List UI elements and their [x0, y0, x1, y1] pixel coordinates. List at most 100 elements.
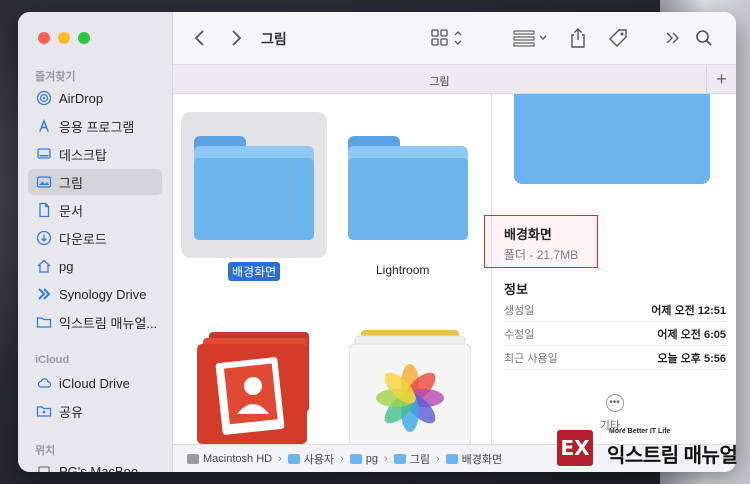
- group-button[interactable]: [513, 26, 549, 50]
- sidebar-section-locations: 위치: [35, 445, 56, 457]
- share-button[interactable]: [569, 26, 587, 50]
- chevron-left-icon: [194, 30, 204, 46]
- sidebar-item-label: 응용 프로그램: [59, 119, 135, 135]
- watermark-brand: 익스트림 매뉴얼: [607, 445, 738, 467]
- grid-item-wallpaper[interactable]: 배경화면: [173, 94, 327, 281]
- preview-row-last-opened: 최근 사용일 오늘 오후 5:56: [504, 346, 726, 370]
- more-toolbar-button[interactable]: [665, 26, 681, 50]
- sidebar-item-extreme-manual[interactable]: 익스트림 매뉴얼...: [28, 309, 162, 335]
- sidebar-item-label: 익스트림 매뉴얼...: [59, 315, 158, 331]
- photos-library-icon: [349, 330, 471, 444]
- path-label: Macintosh HD: [203, 452, 273, 465]
- disk-icon: [187, 453, 199, 464]
- chevron-right-icon: [232, 30, 242, 46]
- sidebar-item-label: iCloud Drive: [59, 375, 130, 391]
- sidebar-item-applications[interactable]: 응용 프로그램: [28, 113, 162, 139]
- preview-row-modified: 수정일 어제 오전 6:05: [504, 322, 726, 346]
- sidebar-item-synology-drive[interactable]: Synology Drive: [28, 281, 162, 307]
- sidebar-item-home[interactable]: pg: [28, 253, 162, 279]
- sidebar-item-shared[interactable]: 공유: [28, 398, 162, 424]
- cloud-icon: [36, 375, 52, 391]
- row-value: 오늘 오후 5:56: [657, 352, 726, 365]
- chevron-right-icon: ›: [340, 452, 344, 465]
- tab-pictures[interactable]: 그림: [173, 73, 706, 89]
- search-icon: [696, 30, 712, 46]
- home-icon: [36, 258, 52, 274]
- icon-view-icon: [431, 29, 462, 46]
- path-item-pg[interactable]: pg: [349, 452, 379, 465]
- new-tab-button[interactable]: +: [706, 65, 736, 93]
- sidebar-section-icloud: iCloud: [35, 354, 70, 366]
- ellipsis-icon: •••: [605, 394, 624, 412]
- file-grid: 배경화면 Lightroom: [173, 94, 491, 444]
- row-key: 수정일: [504, 328, 535, 341]
- path-label: 그림: [409, 453, 430, 466]
- sidebar-item-label: 그림: [59, 175, 83, 191]
- sidebar-item-pictures[interactable]: 그림: [28, 169, 162, 195]
- desktop-icon: [36, 146, 52, 162]
- close-button[interactable]: [38, 32, 50, 44]
- sidebar-item-downloads[interactable]: 다운로드: [28, 225, 162, 251]
- pictures-icon: [36, 174, 52, 190]
- window-title: 그림: [261, 31, 287, 47]
- path-item-pictures[interactable]: 그림: [393, 451, 430, 467]
- sidebar-item-label: pg: [59, 258, 74, 274]
- preview-name: 배경화면: [504, 227, 552, 242]
- main-area: 그림 그림 + 배경화면 Lightroom 배경화면 폴더 - 21.7MB …: [173, 12, 736, 472]
- back-button[interactable]: [193, 26, 207, 50]
- tag-button[interactable]: [607, 26, 629, 50]
- grid-item-photo-booth[interactable]: [173, 328, 318, 444]
- shared-folder-icon: [36, 403, 52, 419]
- sidebar-item-airdrop[interactable]: AirDrop: [28, 85, 162, 111]
- row-key: 최근 사용일: [504, 352, 558, 365]
- folder-icon: [194, 136, 314, 240]
- applications-icon: [36, 118, 52, 134]
- row-key: 생성일: [504, 304, 535, 317]
- window-controls: [38, 32, 90, 44]
- zoom-button[interactable]: [78, 32, 90, 44]
- search-button[interactable]: [695, 26, 713, 50]
- forward-button[interactable]: [229, 26, 243, 50]
- sidebar-item-icloud-drive[interactable]: iCloud Drive: [28, 370, 162, 396]
- sidebar-item-macbook[interactable]: PG's MacBoo...: [28, 458, 162, 472]
- document-icon: [36, 202, 52, 218]
- watermark: EX More Better IT Life 익스트림 매뉴얼: [557, 428, 747, 478]
- folder-icon: [36, 314, 52, 330]
- grid-item-photos-library[interactable]: [333, 328, 478, 444]
- sidebar-item-desktop[interactable]: 데스크탑: [28, 141, 162, 167]
- share-icon: [571, 28, 585, 48]
- sidebar-item-label: Synology Drive: [59, 286, 147, 302]
- row-value: 어제 오전 12:51: [651, 304, 726, 317]
- sidebar-item-label: 데스크탑: [59, 147, 107, 163]
- tag-icon: [609, 29, 627, 47]
- minimize-button[interactable]: [58, 32, 70, 44]
- grid-item-lightroom[interactable]: Lightroom: [333, 94, 478, 277]
- sidebar-item-label: 공유: [59, 404, 83, 420]
- finder-window: 즐겨찾기 AirDrop 응용 프로그램 데스크탑 그림 문서 다운로드 pg …: [18, 12, 736, 472]
- path-item-users[interactable]: 사용자: [287, 451, 335, 467]
- item-label: Lightroom: [376, 263, 430, 277]
- row-value: 어제 오전 6:05: [657, 328, 726, 341]
- sidebar-item-documents[interactable]: 문서: [28, 197, 162, 223]
- laptop-icon: [36, 463, 52, 472]
- chevron-right-icon: ›: [384, 452, 388, 465]
- preview-pane: 배경화면 폴더 - 21.7MB 정보 생성일 어제 오전 12:51 수정일 …: [484, 94, 736, 444]
- toolbar: 그림: [173, 12, 736, 64]
- path-label: 사용자: [303, 453, 335, 466]
- path-label: pg: [365, 452, 379, 465]
- airdrop-icon: [36, 90, 52, 106]
- path-item-wallpaper[interactable]: 배경화면: [445, 451, 502, 467]
- sidebar-item-label: 다운로드: [59, 231, 107, 247]
- path-item-macintosh-hd[interactable]: Macintosh HD: [187, 453, 272, 465]
- group-icon: [513, 30, 547, 47]
- item-label: 배경화면: [228, 262, 281, 281]
- folder-icon: [393, 453, 406, 464]
- view-mode-button[interactable]: [431, 26, 465, 50]
- preview-subtitle: 폴더 - 21.7MB: [504, 248, 579, 262]
- chevron-right-icon: ›: [278, 452, 282, 465]
- folder-icon: [348, 136, 468, 240]
- double-chevron-right-icon: [666, 32, 679, 44]
- preview-folder-icon: [514, 94, 710, 184]
- sidebar-section-favorites: 즐겨찾기: [35, 71, 76, 83]
- sidebar-item-label: PG's MacBoo...: [59, 463, 149, 473]
